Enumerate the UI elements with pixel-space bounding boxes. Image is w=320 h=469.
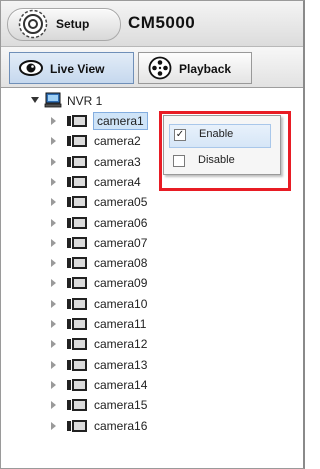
tree-item-label: camera12 bbox=[94, 337, 148, 352]
tree-item-label: camera05 bbox=[94, 195, 148, 210]
tree-item-label: camera13 bbox=[94, 357, 148, 372]
tree-item-camera[interactable]: camera05 bbox=[51, 193, 299, 211]
expand-arrow-icon[interactable] bbox=[51, 421, 56, 430]
tree-item-label: camera1 bbox=[93, 112, 148, 130]
expand-arrow-icon[interactable] bbox=[51, 157, 56, 166]
tree-item-camera[interactable]: camera14 bbox=[51, 376, 299, 394]
tree-item-camera[interactable]: camera16 bbox=[51, 417, 299, 435]
tree-item-label: camera06 bbox=[94, 215, 148, 230]
tree-item-camera[interactable]: camera15 bbox=[51, 396, 299, 414]
tab-live-view[interactable]: Live View bbox=[9, 52, 134, 84]
expand-arrow-icon[interactable] bbox=[51, 320, 56, 328]
camera-icon bbox=[67, 297, 87, 310]
tree-item-camera[interactable]: camera09 bbox=[51, 274, 299, 292]
expand-arrow-icon[interactable] bbox=[51, 177, 56, 186]
tree-item-label: camera14 bbox=[94, 377, 148, 392]
tree-item-camera[interactable]: camera06 bbox=[51, 214, 299, 232]
menu-item-disable[interactable]: Disable bbox=[164, 150, 280, 172]
camera-icon bbox=[67, 155, 87, 168]
expand-arrow-icon[interactable] bbox=[51, 360, 56, 369]
expand-arrow-icon[interactable] bbox=[51, 340, 56, 349]
expand-arrow-icon[interactable] bbox=[51, 198, 56, 207]
camera-icon bbox=[67, 216, 87, 229]
toolbar: Live View Playback bbox=[1, 47, 303, 88]
tree-item-camera[interactable]: camera13 bbox=[51, 356, 299, 374]
app-title: CM5000 bbox=[128, 13, 196, 32]
tree-item-label: camera3 bbox=[94, 154, 141, 169]
tree-item-label: camera4 bbox=[94, 174, 141, 189]
setup-label: Setup bbox=[56, 17, 90, 31]
tree-item-label: camera2 bbox=[94, 134, 141, 149]
camera-icon bbox=[67, 175, 87, 188]
expand-arrow-icon[interactable] bbox=[51, 401, 56, 410]
menu-item-enable[interactable]: ✓ Enable bbox=[169, 124, 271, 148]
camera-icon bbox=[67, 196, 87, 209]
expand-arrow-icon[interactable] bbox=[51, 380, 56, 389]
expand-arrow-icon[interactable] bbox=[51, 299, 56, 308]
tree-item-camera[interactable]: camera11 bbox=[51, 315, 299, 333]
context-menu: ✓ Enable Disable bbox=[163, 115, 281, 175]
tree-root-nvr[interactable]: NVR 1 bbox=[31, 92, 151, 110]
tree-item-label: camera10 bbox=[94, 296, 148, 311]
menu-item-enable-label: Enable bbox=[199, 128, 234, 140]
eye-icon bbox=[19, 60, 43, 76]
camera-icon bbox=[67, 358, 87, 371]
expand-arrow-icon[interactable] bbox=[51, 117, 56, 125]
tab-playback-label: Playback bbox=[179, 62, 232, 76]
tree-item-camera[interactable]: camera12 bbox=[51, 335, 299, 353]
expand-arrow-icon[interactable] bbox=[51, 259, 56, 268]
tab-live-view-label: Live View bbox=[50, 62, 105, 76]
camera-icon bbox=[67, 135, 87, 148]
camera-icon bbox=[67, 277, 87, 290]
expand-arrow-icon[interactable] bbox=[51, 279, 56, 288]
tree-item-label: camera09 bbox=[94, 276, 148, 291]
tree-item-camera[interactable]: camera08 bbox=[51, 254, 299, 272]
disable-checkbox[interactable] bbox=[173, 155, 185, 167]
header-bar: Setup CM5000 bbox=[1, 1, 303, 47]
camera-icon bbox=[67, 115, 87, 127]
collapse-arrow-icon[interactable] bbox=[31, 97, 39, 103]
expand-arrow-icon[interactable] bbox=[51, 238, 56, 247]
nvr-icon bbox=[44, 92, 62, 108]
tree-item-label: camera08 bbox=[94, 256, 148, 271]
setup-button[interactable]: Setup bbox=[7, 8, 121, 41]
enable-checkbox[interactable]: ✓ bbox=[174, 129, 186, 141]
gear-icon bbox=[18, 9, 48, 39]
camera-icon bbox=[67, 318, 87, 330]
menu-item-disable-label: Disable bbox=[198, 154, 235, 166]
camera-icon bbox=[67, 338, 87, 351]
tree-item-label: camera15 bbox=[94, 398, 148, 413]
camera-icon bbox=[67, 399, 87, 412]
expand-arrow-icon[interactable] bbox=[51, 218, 56, 227]
tree-root-label: NVR 1 bbox=[67, 94, 103, 108]
tree-item-camera[interactable]: camera10 bbox=[51, 295, 299, 313]
camera-icon bbox=[67, 419, 87, 432]
camera-icon bbox=[67, 236, 87, 249]
tree-item-camera[interactable]: camera07 bbox=[51, 234, 299, 252]
app-window: Setup CM5000 Live View Playback NVR 1 ca… bbox=[0, 0, 305, 469]
camera-icon bbox=[67, 378, 87, 391]
tab-playback[interactable]: Playback bbox=[138, 52, 252, 84]
tree-item-label: camera11 bbox=[94, 317, 147, 331]
film-reel-icon bbox=[148, 56, 172, 80]
tree-item-label: camera16 bbox=[94, 418, 148, 433]
camera-icon bbox=[67, 257, 87, 270]
tree-item-label: camera07 bbox=[94, 235, 148, 250]
expand-arrow-icon[interactable] bbox=[51, 137, 56, 146]
